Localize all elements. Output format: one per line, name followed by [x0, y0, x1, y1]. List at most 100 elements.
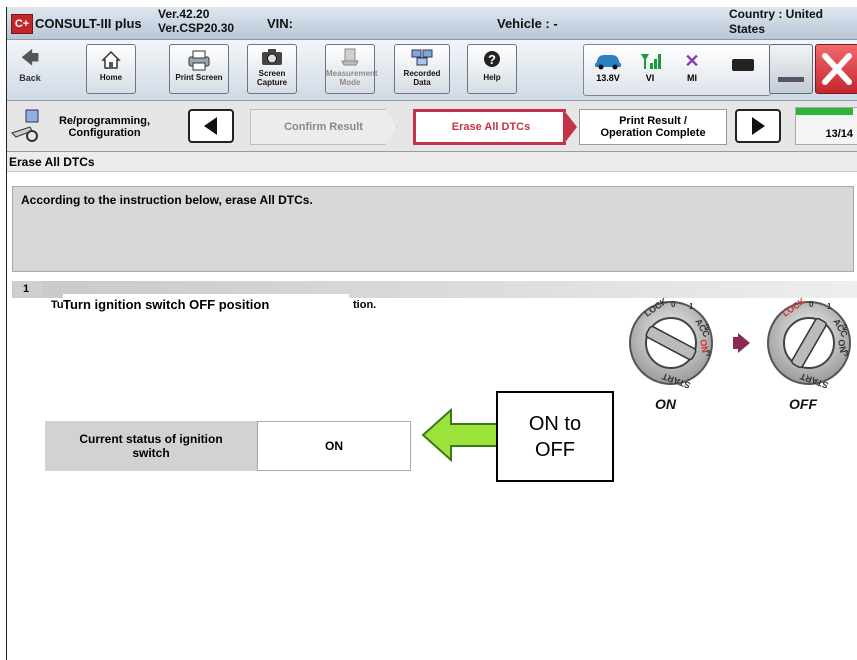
help-button[interactable]: ? Help: [467, 44, 517, 94]
svg-text:3: 3: [844, 349, 849, 358]
step-text-suffix: tion.: [353, 299, 377, 311]
ignition-key-diagram: LOCK 0 1 ACC 2 ON 3 START ON LOCK 0 1 AC…: [629, 295, 857, 413]
version-line-1: Ver.42.20: [158, 7, 210, 21]
recorded-label-1: Recorded: [403, 69, 441, 78]
step-number: 1: [13, 281, 43, 297]
progress-label: 13/14: [825, 128, 853, 140]
step-print-result: Print Result / Operation Complete: [579, 109, 727, 145]
svg-text:2: 2: [843, 323, 848, 332]
screen-capture-label-1: Screen: [258, 69, 286, 78]
svg-text:?: ?: [488, 52, 496, 67]
step-text: Turn ignition switch OFF position: [63, 297, 270, 312]
left-triangle-icon: [204, 117, 217, 135]
recorded-data-button[interactable]: Recorded Data: [394, 44, 450, 94]
svg-text:1: 1: [689, 302, 694, 311]
off-position-label: OFF: [789, 396, 817, 412]
progress-bar-fill: [796, 108, 853, 115]
svg-text:2: 2: [705, 323, 710, 332]
callout-line-1: ON to: [528, 412, 582, 435]
measurement-label-2: Mode: [339, 78, 361, 87]
callout-box: ON to OFF: [496, 391, 614, 482]
instruction-box: According to the instruction below, eras…: [12, 186, 854, 272]
ignition-status-label: Current status of ignition switch: [45, 421, 257, 471]
toolbar: 🡄 Back Home Print Screen Screen Capture: [7, 40, 857, 101]
step-erase-all-dtcs: Erase All DTCs: [413, 109, 566, 145]
home-label: Home: [99, 73, 123, 82]
erase-all-dtcs-step-label: Erase All DTCs: [451, 121, 531, 133]
signal-icon: [630, 49, 670, 73]
ignition-label-1: Current status of ignition: [79, 432, 223, 446]
vehicle-label: Vehicle : -: [497, 16, 558, 31]
app-name: CONSULT-III plus: [35, 16, 142, 31]
close-button[interactable]: [815, 44, 857, 94]
battery-icon: [732, 59, 754, 71]
help-icon: ?: [468, 45, 516, 73]
vehicle-voltage-status: 13.8V: [588, 49, 628, 83]
minimize-icon: [778, 77, 804, 82]
voltage-label: 13.8V: [596, 73, 620, 83]
status-panel: 13.8V VI ✕ MI: [583, 44, 771, 96]
active-step-arrow: [563, 109, 577, 145]
car-icon: [588, 49, 628, 73]
print-screen-button[interactable]: Print Screen: [169, 44, 229, 94]
svg-text:0: 0: [809, 300, 814, 309]
help-label: Help: [483, 73, 501, 82]
svg-text:0: 0: [671, 300, 676, 309]
recorded-label-2: Data: [413, 78, 431, 87]
svg-text:1: 1: [827, 302, 832, 311]
ignition-status-value: ON: [257, 421, 411, 471]
step-text-prefix: Tu: [51, 299, 64, 311]
step-confirm-result: Confirm Result: [250, 109, 397, 145]
instruction-text: According to the instruction below, eras…: [21, 193, 313, 207]
measurement-icon: [326, 45, 374, 69]
section-label-1: Re/programming,: [58, 115, 151, 127]
close-icon: [822, 53, 852, 85]
transition-arrow-icon: [738, 333, 750, 353]
next-step-button[interactable]: [735, 109, 781, 143]
home-icon: [87, 45, 135, 73]
title-bar: C+ CONSULT-III plus Ver.42.20 Ver.CSP20.…: [7, 7, 857, 40]
minimize-button[interactable]: [769, 44, 813, 94]
mi-status: ✕ MI: [672, 49, 712, 83]
printer-icon: [170, 45, 228, 73]
ignition-label-2: switch: [132, 446, 170, 460]
measurement-mode-button[interactable]: Measurement Mode: [325, 44, 378, 94]
key-position-off-dial: LOCK 0 1 ACC 2 ON 3 START: [767, 296, 851, 391]
vi-status: VI: [630, 49, 670, 83]
country-line-2: States: [729, 22, 766, 36]
callout-line-2: OFF: [535, 438, 575, 461]
app-logo-icon: C+: [11, 14, 33, 34]
home-button[interactable]: Home: [86, 44, 136, 94]
confirm-result-label: Confirm Result: [284, 121, 363, 133]
back-button[interactable]: 🡄 Back: [9, 44, 51, 94]
right-triangle-icon: [752, 117, 765, 135]
section-label: Re/programming, Configuration: [47, 109, 162, 145]
vi-label: VI: [645, 73, 655, 83]
version-line-2: Ver.CSP20.30: [158, 21, 235, 35]
print-result-label-1: Print Result /: [619, 115, 687, 127]
page-title: Erase All DTCs: [7, 152, 857, 172]
reprogramming-icon: [10, 109, 42, 143]
measurement-label-1: Measurement: [326, 69, 378, 78]
on-position-label: ON: [655, 396, 677, 412]
vin-label: VIN:: [267, 16, 293, 31]
x-icon: ✕: [684, 51, 700, 71]
green-arrow-icon: [419, 405, 499, 465]
recorded-data-icon: [395, 45, 449, 69]
section-label-2: Configuration: [68, 127, 141, 139]
camera-icon: [248, 45, 296, 69]
screen-capture-label-2: Capture: [256, 78, 288, 87]
step-text-overlay: Turn ignition switch OFF position: [63, 294, 349, 316]
back-label: Back: [19, 73, 41, 83]
screen-capture-button[interactable]: Screen Capture: [247, 44, 297, 94]
step-navigation-bar: Re/programming, Configuration Confirm Res…: [7, 101, 857, 152]
previous-step-button[interactable]: [188, 109, 234, 143]
country-line-1: Country : United: [729, 7, 823, 21]
key-position-on-dial: LOCK 0 1 ACC 2 ON 3 START: [629, 296, 713, 391]
mi-label: MI: [687, 73, 697, 83]
back-arrow-icon: 🡄: [20, 48, 40, 68]
print-screen-label: Print Screen: [175, 73, 223, 82]
progress-indicator: 13/14: [795, 107, 857, 145]
svg-text:3: 3: [706, 349, 711, 358]
print-result-label-2: Operation Complete: [600, 127, 706, 139]
